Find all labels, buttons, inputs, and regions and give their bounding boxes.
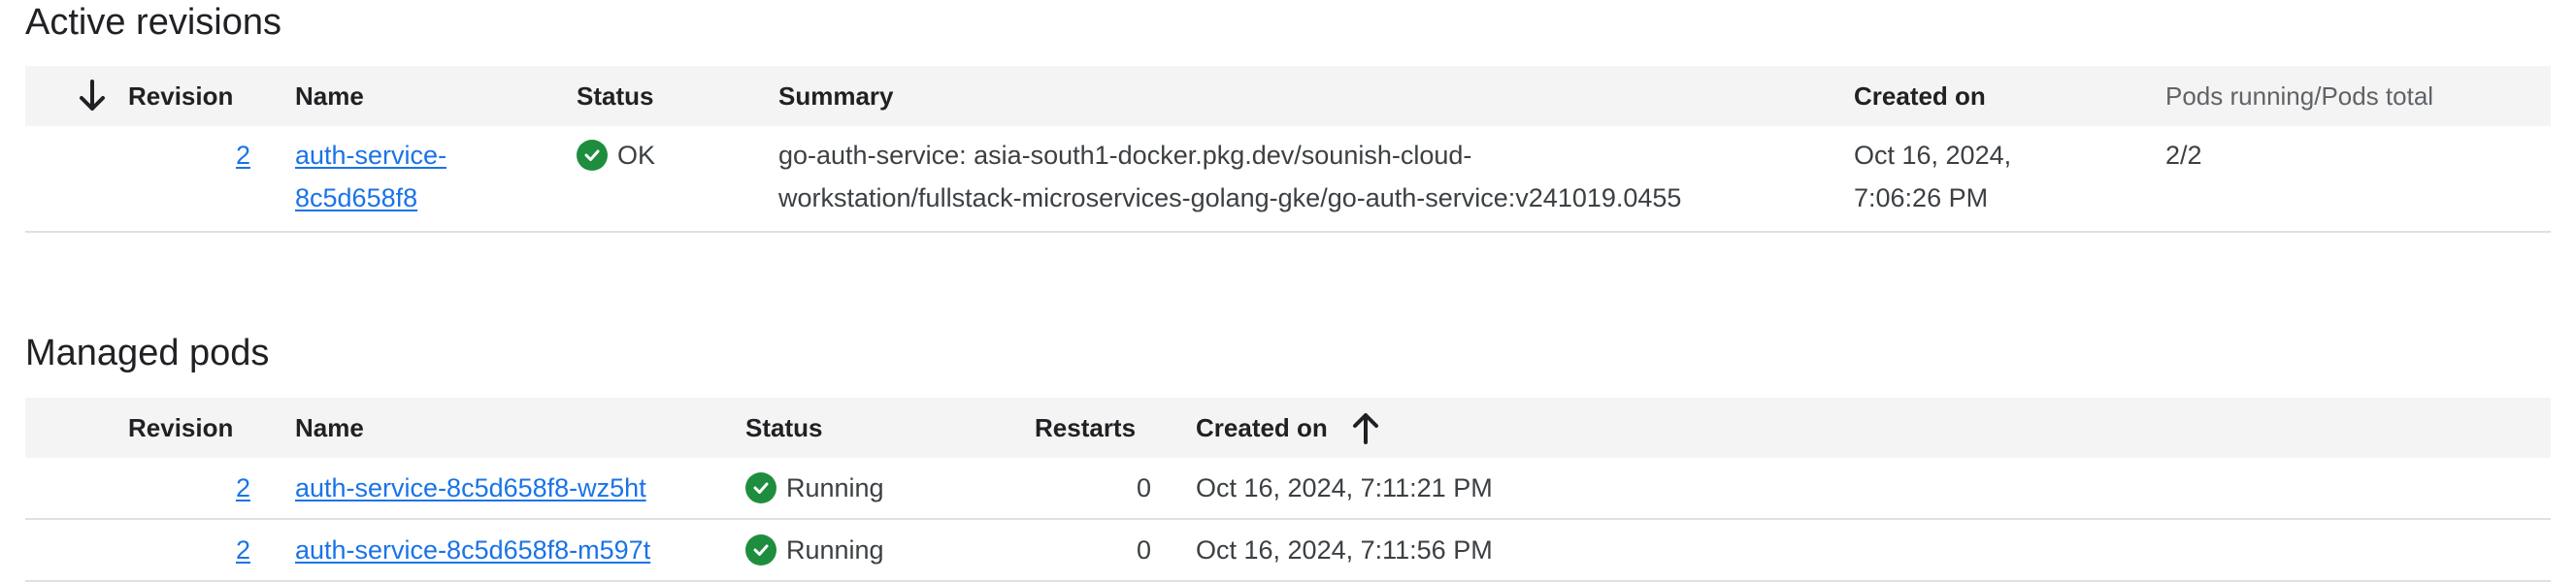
created-on-cell: Oct 16, 2024, 7:11:21 PM [1196,473,1493,502]
status-label: Running [786,535,884,565]
status-label: Running [786,473,884,502]
revision-name-link[interactable]: auth-service- 8c5d658f8 [295,141,446,212]
column-header-name[interactable]: Name [295,75,364,117]
table-row: 2 auth-service-8c5d658f8-m597t Running 0… [25,520,2551,582]
column-header-revision[interactable]: Revision [128,75,233,117]
created-on-line1: Oct 16, 2024, [1854,141,2012,170]
revision-link[interactable]: 2 [236,141,250,170]
managed-pods-table: Revision Name Status Restarts Created on… [25,398,2551,582]
table-row: 2 auth-service-8c5d658f8-wz5ht Running 0… [25,458,2551,520]
arrow-down-icon[interactable] [78,80,107,117]
created-on-line2: 7:06:26 PM [1854,183,1989,212]
revision-link[interactable]: 2 [236,473,250,502]
pod-name-link[interactable]: auth-service-8c5d658f8-m597t [295,535,650,565]
check-circle-icon [745,534,776,566]
status-cell: Running [745,529,884,571]
active-revisions-title: Active revisions [25,2,281,43]
column-header-status[interactable]: Status [577,75,653,117]
restarts-cell: 0 [1136,535,1151,565]
revision-link[interactable]: 2 [236,535,250,565]
status-cell: OK [577,134,655,177]
managed-pods-title: Managed pods [25,333,270,373]
column-header-created-on[interactable]: Created on [1854,75,1986,117]
revision-name-line2: 8c5d658f8 [295,183,418,212]
column-header-revision[interactable]: Revision [128,406,233,449]
status-label: OK [617,141,656,170]
pods-cell: 2/2 [2165,141,2202,170]
check-circle-icon [745,472,776,503]
summary-line2: workstation/fullstack-microservices-gola… [778,183,1682,212]
created-on-cell: Oct 16, 2024, 7:06:26 PM [1854,134,2011,219]
check-circle-icon [577,140,608,171]
active-revisions-table: Revision Name Status Summary Created on … [25,66,2551,235]
column-header-created-on[interactable]: Created on [1196,406,1328,449]
column-header-status[interactable]: Status [745,406,822,449]
column-header-pods[interactable]: Pods running/Pods total [2165,75,2433,117]
column-header-summary[interactable]: Summary [778,75,894,117]
column-header-restarts[interactable]: Restarts [1035,406,1136,449]
name-cell: auth-service- 8c5d658f8 [295,134,446,219]
summary-cell: go-auth-service: asia-south1-docker.pkg.… [778,134,1681,219]
restarts-cell: 0 [1136,473,1151,502]
table-row: 2 auth-service- 8c5d658f8 OK go-auth-serv… [25,126,2551,233]
column-header-name[interactable]: Name [295,406,364,449]
pod-name-link[interactable]: auth-service-8c5d658f8-wz5ht [295,473,646,502]
revision-name-line1: auth-service- [295,141,447,170]
table-header: Revision Name Status Restarts Created on [25,398,2551,460]
table-header: Revision Name Status Summary Created on … [25,66,2551,128]
status-cell: Running [745,467,884,509]
arrow-up-icon[interactable] [1351,411,1380,449]
created-on-cell: Oct 16, 2024, 7:11:56 PM [1196,535,1493,565]
summary-line1: go-auth-service: asia-south1-docker.pkg.… [778,141,1472,170]
